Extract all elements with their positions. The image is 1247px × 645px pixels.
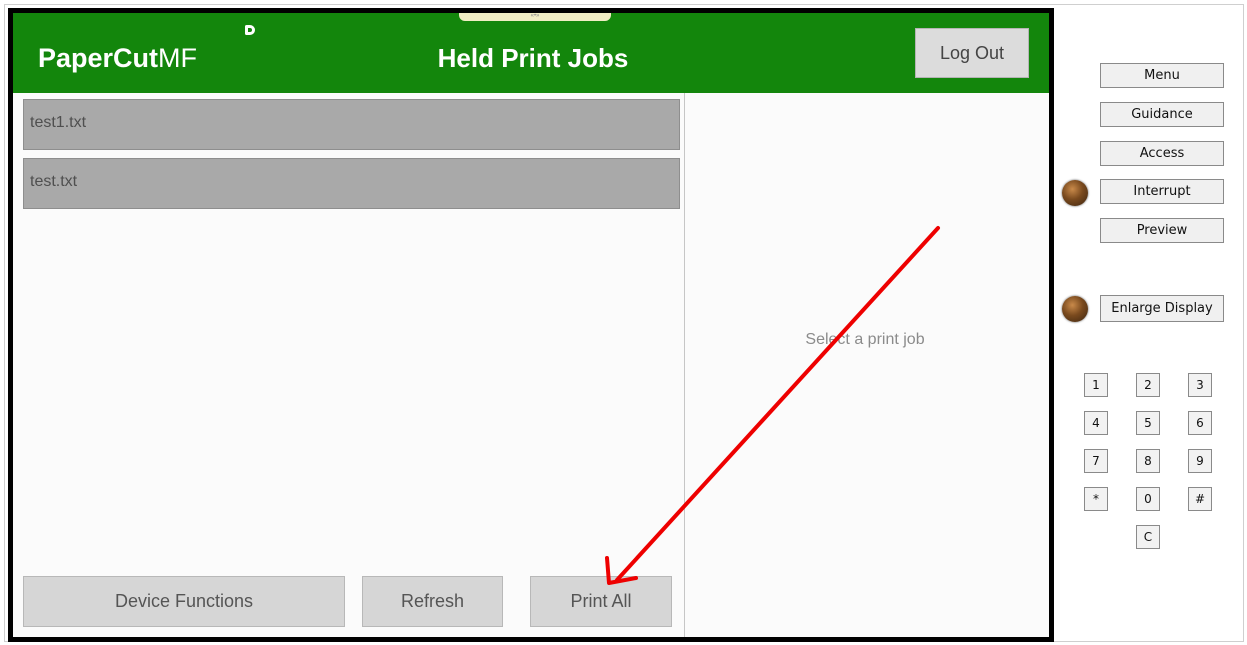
interrupt-button[interactable]: Interrupt [1100, 179, 1224, 204]
menu-button[interactable]: Menu [1100, 63, 1224, 88]
key-5[interactable]: 5 [1136, 411, 1160, 435]
key-8[interactable]: 8 [1136, 449, 1160, 473]
key-clear[interactable]: C [1136, 525, 1160, 549]
page-title: Held Print Jobs [437, 43, 629, 73]
touch-screen: «•» PaperCutMF Held Print Jobs Log Out t… [8, 8, 1054, 642]
drag-handle[interactable]: «•» [459, 13, 611, 21]
header-bar: «•» PaperCutMF Held Print Jobs Log Out [13, 13, 1049, 93]
key-9[interactable]: 9 [1188, 449, 1212, 473]
key-7[interactable]: 7 [1084, 449, 1108, 473]
interrupt-indicator-icon [1062, 180, 1088, 206]
papercut-logo: PaperCutMF [38, 43, 197, 74]
logout-button[interactable]: Log Out [915, 28, 1029, 78]
preview-button[interactable]: Preview [1100, 218, 1224, 243]
key-1[interactable]: 1 [1084, 373, 1108, 397]
device-functions-button[interactable]: Device Functions [23, 576, 345, 627]
guidance-button[interactable]: Guidance [1100, 102, 1224, 127]
key-hash[interactable]: # [1188, 487, 1212, 511]
select-job-placeholder: Select a print job [805, 331, 925, 348]
logo-text: PaperCut [38, 43, 159, 73]
key-star[interactable]: * [1084, 487, 1108, 511]
key-2[interactable]: 2 [1136, 373, 1160, 397]
job-row[interactable]: test.txt [23, 158, 680, 209]
refresh-button[interactable]: Refresh [362, 576, 503, 627]
logo-suffix: MF [158, 43, 198, 73]
access-button[interactable]: Access [1100, 141, 1224, 166]
job-detail-panel: Select a print job [685, 93, 1049, 637]
key-4[interactable]: 4 [1084, 411, 1108, 435]
enlarge-display-button[interactable]: Enlarge Display [1100, 295, 1224, 322]
key-3[interactable]: 3 [1188, 373, 1212, 397]
key-6[interactable]: 6 [1188, 411, 1212, 435]
enlarge-indicator-icon [1062, 296, 1088, 322]
job-row[interactable]: test1.txt [23, 99, 680, 150]
logo-mark-icon [245, 25, 255, 35]
print-all-button[interactable]: Print All [530, 576, 672, 627]
key-0[interactable]: 0 [1136, 487, 1160, 511]
